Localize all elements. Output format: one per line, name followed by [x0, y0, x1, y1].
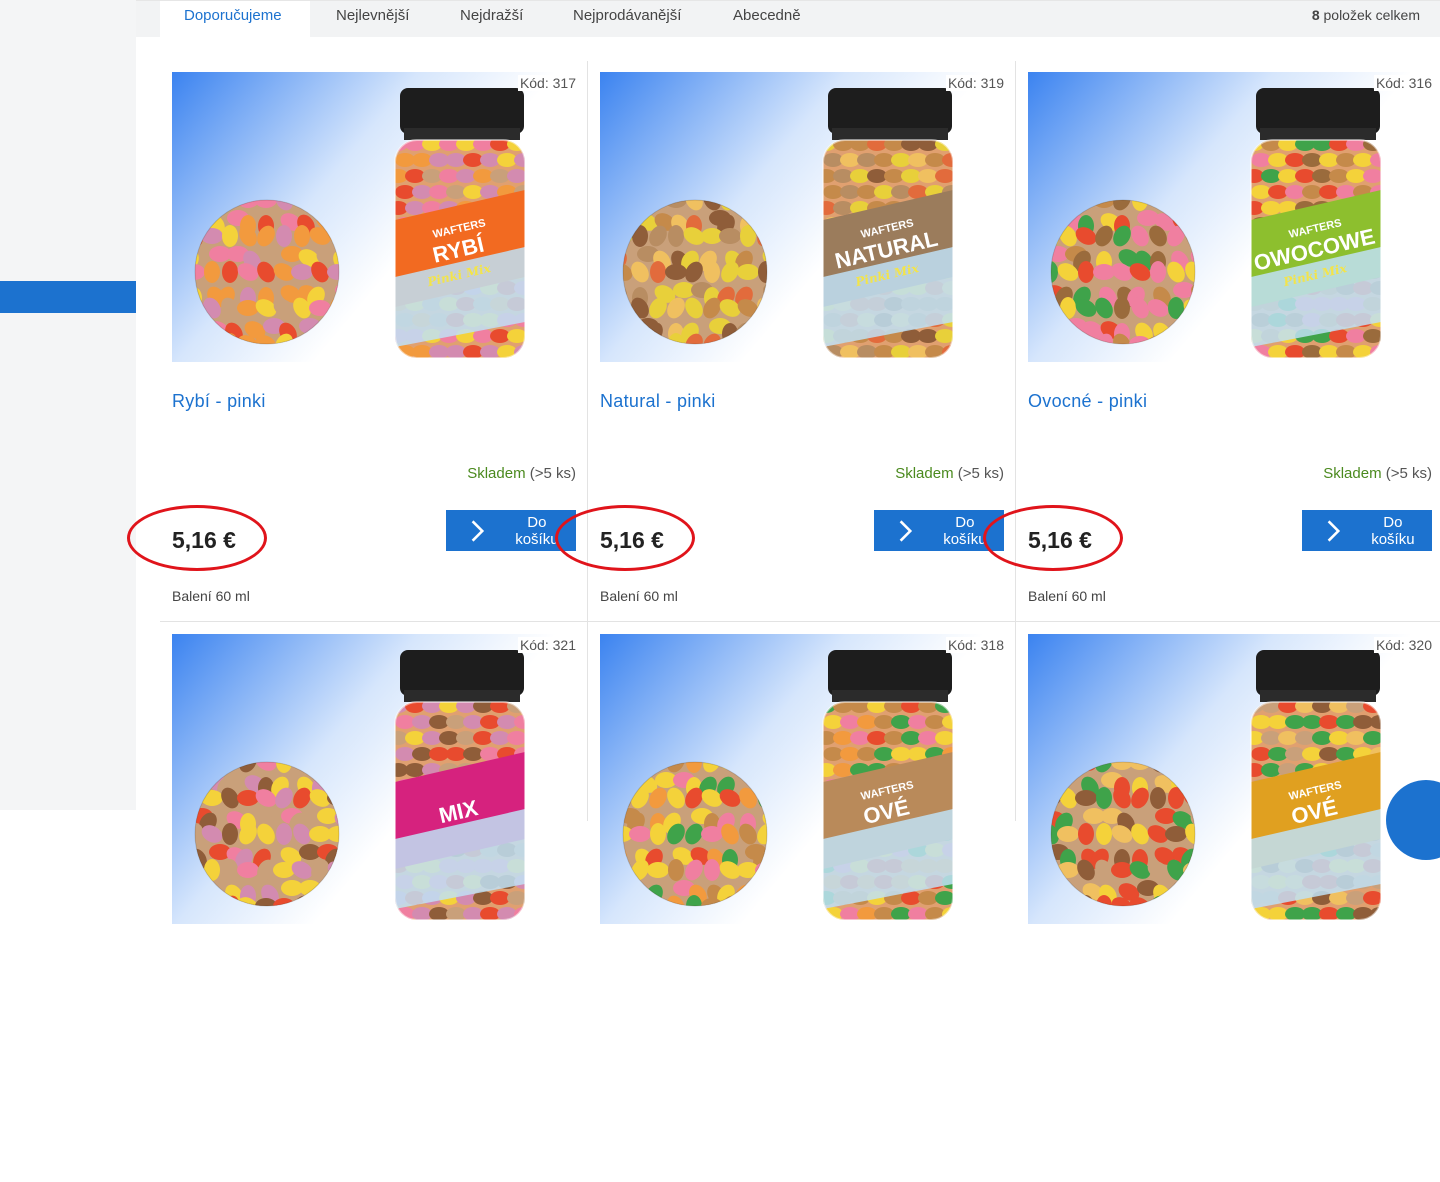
- chevron-right-icon: [471, 519, 485, 542]
- tab-best-selling[interactable]: Nejprodávanější: [573, 7, 681, 24]
- stock-status: Skladem (>5 ks): [467, 465, 576, 482]
- tab-cheapest[interactable]: Nejlevnější: [336, 7, 409, 24]
- product-name-link[interactable]: Ovocné - pinki: [1028, 391, 1147, 412]
- product-image[interactable]: WAFTERS OVÉ: [600, 634, 1004, 924]
- item-count: 8 položek celkem: [1311, 7, 1420, 23]
- add-to-cart-label: Do košíku: [1371, 513, 1415, 548]
- sidebar-active-item[interactable]: [0, 281, 136, 313]
- product-image[interactable]: WAFTERS OVÉ: [1028, 634, 1432, 924]
- product-image[interactable]: WAFTERS OWOCOWE Pinki Mix: [1028, 72, 1432, 362]
- tab-most-expensive[interactable]: Nejdražší: [460, 7, 523, 24]
- tab-alphabetical[interactable]: Abecedně: [733, 7, 801, 24]
- product-code: Kód: 320: [1373, 637, 1432, 653]
- product-price: 5,16 €: [600, 527, 664, 553]
- product-card[interactable]: WAFTERS RYBÍ Pinki Mix Kód: 317 Rybí - pinki…: [127, 60, 588, 620]
- product-code: Kód: 317: [517, 75, 576, 91]
- product-card[interactable]: WAFTERS OVÉ Kód: 318: [588, 622, 1016, 1182]
- chevron-right-icon: [899, 519, 913, 542]
- product-card[interactable]: WAFTERS NATURAL Pinki Mix Kód: 319 Natural -…: [555, 60, 1016, 620]
- stock-status: Skladem (>5 ks): [895, 465, 1004, 482]
- product-code: Kód: 318: [945, 637, 1004, 653]
- product-image[interactable]: WAFTERS RYBÍ Pinki Mix: [172, 72, 576, 362]
- product-code: Kód: 316: [1373, 75, 1432, 91]
- package-size: Balení 60 ml: [172, 588, 250, 604]
- product-card[interactable]: WAFTERS OVÉ Kód: 320: [1016, 622, 1440, 1182]
- product-listing: Doporučujeme Nejlevnější Nejdražší Nejpr…: [127, 0, 1440, 924]
- product-card[interactable]: MIX Kód: 321: [160, 622, 588, 1182]
- product-name-link[interactable]: Rybí - pinki: [172, 391, 266, 412]
- product-name-link[interactable]: Natural - pinki: [600, 391, 716, 412]
- product-code: Kód: 321: [517, 637, 576, 653]
- product-image[interactable]: MIX: [172, 634, 576, 924]
- product-price: 5,16 €: [1028, 527, 1092, 553]
- stock-status: Skladem (>5 ks): [1323, 465, 1432, 482]
- product-price: 5,16 €: [172, 527, 236, 553]
- left-sidebar: [0, 0, 136, 810]
- add-to-cart-button[interactable]: Do košíku: [1302, 510, 1432, 551]
- product-image[interactable]: WAFTERS NATURAL Pinki Mix: [600, 72, 1004, 362]
- sort-tabs: Doporučujeme Nejlevnější Nejdražší Nejpr…: [136, 0, 1440, 37]
- product-code: Kód: 319: [945, 75, 1004, 91]
- tab-recommended[interactable]: Doporučujeme: [184, 7, 282, 24]
- package-size: Balení 60 ml: [1028, 588, 1106, 604]
- product-card[interactable]: WAFTERS OWOCOWE Pinki Mix Kód: 316 Ovocné - …: [983, 60, 1440, 620]
- chevron-right-icon: [1327, 519, 1341, 542]
- package-size: Balení 60 ml: [600, 588, 678, 604]
